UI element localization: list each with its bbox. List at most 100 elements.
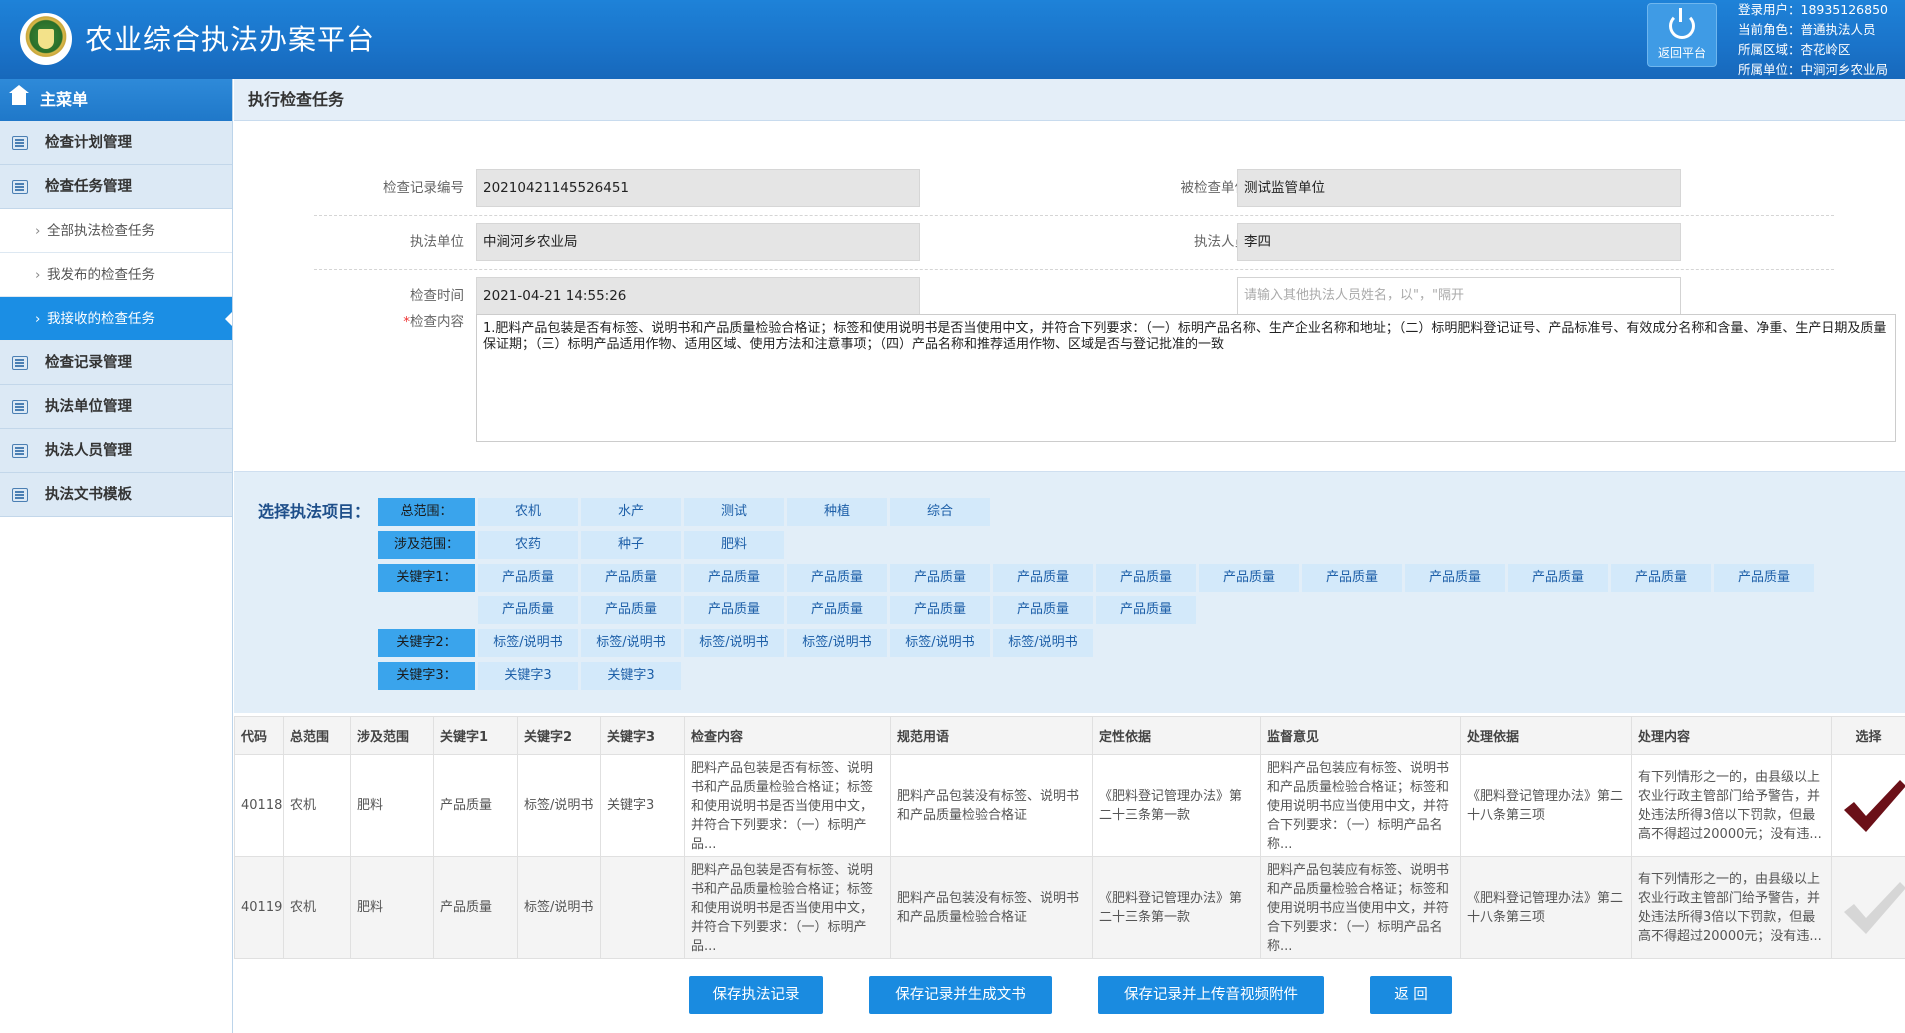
sidebar-subitem-my-received[interactable]: 我接收的检查任务 (0, 297, 232, 341)
selector-option[interactable]: 肥料 (684, 531, 784, 559)
sidebar-item-inspection-plan[interactable]: 检查计划管理 (0, 121, 232, 165)
main-menu-header[interactable]: 主菜单 (0, 79, 232, 121)
col-select: 选择 (1831, 716, 1905, 755)
current-role: 当前角色：普通执法人员 (1738, 22, 1876, 37)
main-menu-title: 主菜单 (40, 90, 89, 109)
inspection-content-textarea[interactable]: 1.肥料产品包装是否有标签、说明书和产品质量检验合格证；标签和使用说明书是否当使… (476, 314, 1896, 442)
enforcement-item-selector: 选择执法项目： 总范围： 农机 水产 测试 种植 综合 涉及范围： 农药 种子 肥料 关键字1： 产品… (234, 471, 1905, 713)
selector-option[interactable]: 标签/说明书 (478, 629, 578, 657)
selector-option[interactable]: 产品质量 (1302, 564, 1402, 592)
col-basis: 定性依据 (1092, 716, 1261, 755)
selector-option[interactable]: 产品质量 (478, 596, 578, 624)
selector-row-head: 总范围： (378, 498, 475, 526)
selector-option[interactable]: 产品质量 (1714, 564, 1814, 592)
save-and-upload-media-button[interactable]: 保存记录并上传音视频附件 (1098, 976, 1324, 1014)
cell-handle-basis: 《肥料登记管理办法》第二十八条第三项 (1460, 754, 1632, 857)
col-scope: 总范围 (283, 716, 351, 755)
selector-option[interactable]: 标签/说明书 (581, 629, 681, 657)
action-buttons: 保存执法记录 保存记录并生成文书 保存记录并上传音视频附件 返 回 (234, 976, 1905, 1014)
cell-scope: 农机 (283, 856, 351, 959)
cell-code: 40119 (234, 856, 284, 959)
selector-option[interactable]: 产品质量 (1405, 564, 1505, 592)
selector-option[interactable]: 产品质量 (1096, 596, 1196, 624)
cell-range: 肥料 (350, 754, 434, 857)
cell-opinion: 肥料产品包装应有标签、说明书和产品质量检验合格证；标签和使用说明书应当使用中文，… (1267, 863, 1450, 954)
selector-option[interactable]: 产品质量 (684, 596, 784, 624)
back-button[interactable]: 返 回 (1370, 976, 1452, 1014)
cell-scope: 农机 (283, 754, 351, 857)
cell-kw1: 产品质量 (433, 856, 518, 959)
selector-row-head: 涉及范围： (378, 531, 475, 559)
selector-option[interactable]: 标签/说明书 (993, 629, 1093, 657)
sidebar-subitem-all-tasks[interactable]: 全部执法检查任务 (0, 209, 232, 253)
selector-option[interactable]: 标签/说明书 (890, 629, 990, 657)
selector-option[interactable]: 标签/说明书 (787, 629, 887, 657)
save-record-button[interactable]: 保存执法记录 (689, 976, 823, 1014)
selector-option[interactable]: 产品质量 (581, 564, 681, 592)
selector-option[interactable]: 水产 (581, 498, 681, 526)
selector-option[interactable]: 产品质量 (890, 596, 990, 624)
sidebar-item-enforcement-staff[interactable]: 执法人员管理 (0, 429, 232, 473)
inspection-time-label: 检查时间 (410, 288, 464, 304)
selector-option[interactable]: 产品质量 (1199, 564, 1299, 592)
cell-range: 肥料 (350, 856, 434, 959)
selector-option[interactable]: 产品质量 (684, 564, 784, 592)
cell-opinion: 肥料产品包装应有标签、说明书和产品质量检验合格证；标签和使用说明书应当使用中文，… (1267, 761, 1450, 852)
selector-option[interactable]: 农机 (478, 498, 578, 526)
selector-option[interactable]: 产品质量 (787, 564, 887, 592)
list-icon (12, 180, 28, 194)
login-user: 登录用户：18935126850 (1738, 2, 1888, 17)
sidebar-item-inspection-record[interactable]: 检查记录管理 (0, 341, 232, 385)
selector-option[interactable]: 产品质量 (581, 596, 681, 624)
cell-handle-basis: 《肥料登记管理办法》第二十八条第三项 (1460, 856, 1632, 959)
return-platform-button[interactable]: 返回平台 (1647, 3, 1717, 67)
top-header: 农业综合执法办案平台 返回平台 登录用户：18935126850 当前角色：普通… (0, 0, 1905, 79)
list-icon (12, 444, 28, 458)
col-opinion: 监督意见 (1260, 716, 1461, 755)
selector-option[interactable]: 种植 (787, 498, 887, 526)
cell-kw3 (600, 856, 685, 959)
enforcement-unit-label: 执法单位 (410, 234, 464, 250)
unchecked-checkmark-icon[interactable] (1842, 880, 1905, 936)
selector-option[interactable]: 测试 (684, 498, 784, 526)
selector-option[interactable]: 关键字3 (581, 662, 681, 690)
cell-kw2: 标签/说明书 (517, 856, 601, 959)
checked-checkmark-icon[interactable] (1842, 778, 1905, 834)
inspection-items-table: 代码 总范围 涉及范围 关键字1 关键字2 关键字3 检查内容 规范用语 定性依… (234, 716, 1905, 959)
inspection-time-field: 2021-04-21 14:55:26 (476, 277, 920, 315)
content-label: 检查内容 (410, 314, 464, 330)
page-title: 执行检查任务 (234, 79, 1905, 121)
selector-option[interactable]: 产品质量 (1508, 564, 1608, 592)
selector-option[interactable]: 关键字3 (478, 662, 578, 690)
region: 所属区域：杏花岭区 (1738, 42, 1851, 57)
sidebar-item-inspection-task[interactable]: 检查任务管理 (0, 165, 232, 209)
selector-option[interactable]: 产品质量 (993, 564, 1093, 592)
cell-basis: 《肥料登记管理办法》第二十三条第一款 (1092, 754, 1261, 857)
table-row[interactable]: 40119 农机 肥料 产品质量 标签/说明书 肥料产品包装是否有标签、说明书和… (234, 856, 1905, 959)
sidebar-subitem-my-published[interactable]: 我发布的检查任务 (0, 253, 232, 297)
table-header-row: 代码 总范围 涉及范围 关键字1 关键字2 关键字3 检查内容 规范用语 定性依… (234, 716, 1905, 755)
table-row[interactable]: 40118 农机 肥料 产品质量 标签/说明书 关键字3 肥料产品包装是否有标签… (234, 754, 1905, 857)
selector-option[interactable]: 产品质量 (993, 596, 1093, 624)
selector-option[interactable]: 农药 (478, 531, 578, 559)
col-content: 检查内容 (684, 716, 891, 755)
app-logo (20, 13, 72, 65)
list-icon (12, 400, 28, 414)
selector-option[interactable]: 产品质量 (890, 564, 990, 592)
selector-option[interactable]: 标签/说明书 (684, 629, 784, 657)
save-and-generate-doc-button[interactable]: 保存记录并生成文书 (869, 976, 1052, 1014)
cell-handle-content: 有下列情形之一的，由县级以上农业行政主管部门给予警告，并处违法所得3倍以下罚款，… (1638, 769, 1822, 842)
selector-option[interactable]: 产品质量 (787, 596, 887, 624)
selector-option[interactable]: 种子 (581, 531, 681, 559)
selector-option[interactable]: 综合 (890, 498, 990, 526)
selector-option[interactable]: 产品质量 (1611, 564, 1711, 592)
selector-option[interactable]: 产品质量 (478, 564, 578, 592)
cell-term: 肥料产品包装没有标签、说明书和产品质量检验合格证 (890, 754, 1093, 857)
sidebar-item-document-template[interactable]: 执法文书模板 (0, 473, 232, 517)
selector-option[interactable]: 产品质量 (1096, 564, 1196, 592)
staff-field: 李四 (1237, 223, 1681, 261)
other-staff-input[interactable]: 请输入其他执法人员姓名，以"，"隔开 (1237, 277, 1681, 315)
cell-handle-content: 有下列情形之一的，由县级以上农业行政主管部门给予警告，并处违法所得3倍以下罚款，… (1638, 871, 1822, 944)
sidebar-item-enforcement-unit[interactable]: 执法单位管理 (0, 385, 232, 429)
organization: 所属单位：中涧河乡农业局 (1738, 62, 1889, 77)
